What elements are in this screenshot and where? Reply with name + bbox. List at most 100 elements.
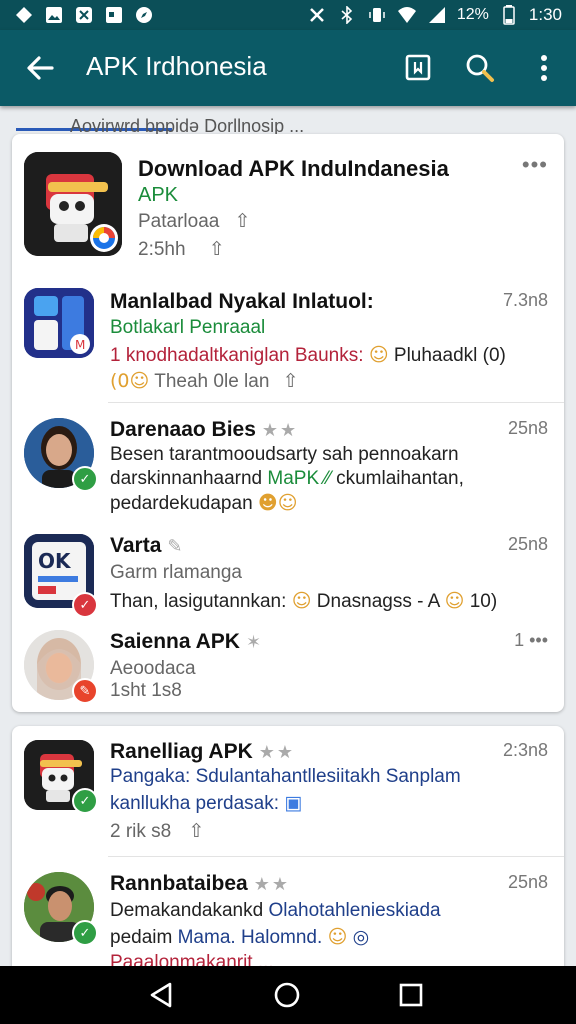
item-time: 25n8 bbox=[507, 872, 548, 892]
item-line2-text: 1 knodhadaltkaniglan Baunks: bbox=[110, 345, 364, 366]
vibrate-icon bbox=[367, 5, 387, 25]
verified-check-icon: ✓ bbox=[72, 920, 98, 946]
item-time: 7.3n8 bbox=[502, 290, 548, 310]
item-line2-link[interactable]: Mama. Halomnd. bbox=[178, 927, 323, 948]
bookmark-icon bbox=[405, 54, 431, 81]
nav-home-icon[interactable] bbox=[272, 980, 302, 1010]
status-time: 1:30 bbox=[528, 5, 562, 24]
item-title-text: Ranelliag APK bbox=[110, 740, 253, 763]
star-rating-icon: ★★ bbox=[253, 874, 290, 894]
emoji-icon: ☺ bbox=[291, 590, 312, 612]
emoji-icon: ☺ bbox=[444, 590, 465, 612]
item-line2-text: kanllukha perdasak: bbox=[110, 793, 279, 814]
item-line2-extra: Pluhaadkl bbox=[393, 345, 478, 366]
mute-icon bbox=[307, 5, 327, 25]
edit-icon: ✎ bbox=[167, 536, 185, 556]
feed-card: ✓ Ranelliag APK ★★ 2:3n8 Pangaka: Sdulant… bbox=[12, 726, 564, 976]
star-rating-icon: ✶ bbox=[245, 632, 264, 652]
gallery-icon bbox=[44, 5, 64, 25]
item-time[interactable]: 1 ••• bbox=[514, 630, 548, 651]
emoji-icon: ☺ bbox=[368, 344, 389, 366]
share-icon[interactable]: ⇧ bbox=[189, 821, 205, 842]
item-time: 2:3n8 bbox=[502, 740, 548, 760]
item-title-text: Saienna APK bbox=[110, 630, 240, 653]
info-icon: ◎ bbox=[352, 927, 370, 948]
card-more-icon[interactable]: ••• bbox=[522, 152, 548, 178]
share-icon[interactable]: ⇧ bbox=[235, 211, 251, 232]
edit-badge-icon: ✎ bbox=[72, 678, 98, 704]
item-line1: Botlakarl Penraaal bbox=[110, 317, 266, 338]
item-line3: 2 rik s8 ⇧ bbox=[110, 820, 204, 843]
item-line2: darskinnanhaarnd MaPK ⁄⁄ ckumlaihantan, bbox=[110, 468, 464, 490]
item-line2: Than, lasigutannkan: ☺ Dnasnagss - A ☺ 1… bbox=[110, 590, 497, 613]
item-line1: Demakandakankd Olahotahlenieskiada bbox=[110, 900, 441, 922]
list-item[interactable]: ✓ Ranelliag APK ★★ 2:3n8 Pangaka: Sdulant… bbox=[12, 726, 564, 856]
verified-check-icon: ✓ bbox=[72, 788, 98, 814]
system-nav-bar bbox=[0, 966, 576, 1024]
item-line2-link[interactable]: MaPK bbox=[267, 468, 319, 489]
search-button[interactable] bbox=[460, 48, 500, 88]
item-line3: (0☺ Theah 0le lan ⇧ bbox=[110, 370, 299, 393]
item-line2-text: darskinnanhaarnd bbox=[110, 468, 263, 489]
item-title: Varta ✎ bbox=[110, 534, 184, 558]
app-logo-icon bbox=[24, 152, 122, 256]
item-line1: Besen tarantmooudsarty sah pennoakarn bbox=[110, 444, 459, 465]
item-title-text: Varta bbox=[110, 534, 162, 557]
more-vert-icon bbox=[541, 55, 547, 81]
header-line2: 2:5hh ⇧ bbox=[138, 238, 225, 261]
star-rating-icon: ★★ bbox=[261, 420, 299, 440]
emoji-icon: (0☺ bbox=[110, 370, 150, 392]
status-bar: 12% 1:30 bbox=[0, 0, 576, 30]
list-item[interactable]: ✓ Darenaao Bies ★★ 25n8 Besen tarantmooud… bbox=[12, 404, 564, 516]
nav-recents-icon[interactable] bbox=[396, 980, 426, 1010]
share-icon[interactable]: ⇧ bbox=[209, 239, 225, 260]
list-item[interactable]: OK ✓ Varta ✎ 25n8 Garm rlamanga Than, las… bbox=[12, 516, 564, 618]
item-title: Darenaao Bies ★★ bbox=[110, 418, 298, 442]
item-line3: pedardekudapan ☻☺ bbox=[110, 492, 298, 515]
calendar-icon bbox=[104, 5, 124, 25]
search-icon bbox=[466, 54, 494, 82]
item-line2: pedaim Mama. Halomnd. ☺ ◎ bbox=[110, 926, 369, 949]
battery-icon bbox=[499, 5, 519, 25]
emoji-icon: ☻☺ bbox=[257, 492, 298, 514]
card-header[interactable]: Download APK InduIndanesia APK Patarloaa… bbox=[12, 134, 564, 284]
item-title: Manlalbad Nyakal Inlatuol: bbox=[110, 290, 374, 313]
item-time: 25n8 bbox=[507, 418, 548, 438]
overflow-menu-button[interactable] bbox=[524, 48, 564, 88]
item-line1-text: Demakandakankd bbox=[110, 900, 264, 921]
header-line1: Patarloaa ⇧ bbox=[138, 210, 251, 233]
item-line2-text: Than, lasigutannkan: bbox=[110, 591, 287, 612]
header-title: Download APK InduIndanesia bbox=[138, 156, 449, 181]
wifi-icon bbox=[397, 5, 417, 25]
item-line2: kanllukha perdasak: ▣ bbox=[110, 792, 302, 815]
back-arrow-icon[interactable] bbox=[22, 50, 58, 86]
item-line2-extra: Dnasnagss - A bbox=[316, 591, 440, 612]
leaf-icon: ⁄⁄ bbox=[324, 468, 331, 489]
item-title-text: Darenaao Bies bbox=[110, 418, 256, 441]
signal-icon bbox=[427, 5, 447, 25]
bookmark-button[interactable] bbox=[398, 48, 438, 88]
list-item[interactable]: M Manlalbad Nyakal Inlatuol: 7.3n8 Botla… bbox=[12, 284, 564, 402]
bluetooth-icon bbox=[337, 5, 357, 25]
list-item[interactable]: ✓ Rannbataibea ★★ 25n8 Demakandakankd Ola… bbox=[12, 858, 564, 976]
item-line3-text: pedardekudapan bbox=[110, 493, 253, 514]
item-title: Rannbataibea ★★ bbox=[110, 872, 290, 896]
item-line2-tail: ckumlaihantan, bbox=[336, 468, 464, 489]
item-line2-tail: 10) bbox=[469, 591, 498, 612]
nav-back-icon[interactable] bbox=[146, 980, 176, 1010]
share-icon[interactable]: ⇧ bbox=[283, 371, 299, 392]
item-line1-link[interactable]: Olahotahlenieskiada bbox=[268, 900, 440, 921]
compass-icon bbox=[134, 5, 154, 25]
app-bar: APK Irdhonesia bbox=[0, 30, 576, 106]
header-subtitle: APK bbox=[138, 184, 179, 206]
apps-icon bbox=[74, 5, 94, 25]
feed-card: Download APK InduIndanesia APK Patarloaa… bbox=[12, 134, 564, 712]
emoji-icon: ☺ bbox=[327, 926, 348, 948]
gallery-emoji-icon: ▣ bbox=[284, 792, 303, 814]
item-line3-text: 2 rik s8 bbox=[110, 821, 172, 842]
item-line3-text: Theah 0le lan bbox=[154, 371, 270, 392]
badge-icon: (0) bbox=[482, 345, 506, 366]
verified-check-icon: ✓ bbox=[72, 466, 98, 492]
header-line1-text: Patarloaa bbox=[138, 211, 220, 232]
list-item[interactable]: ✎ Saienna APK ✶ 1 ••• Aeoodaca 1sht 1s8 bbox=[12, 616, 564, 712]
